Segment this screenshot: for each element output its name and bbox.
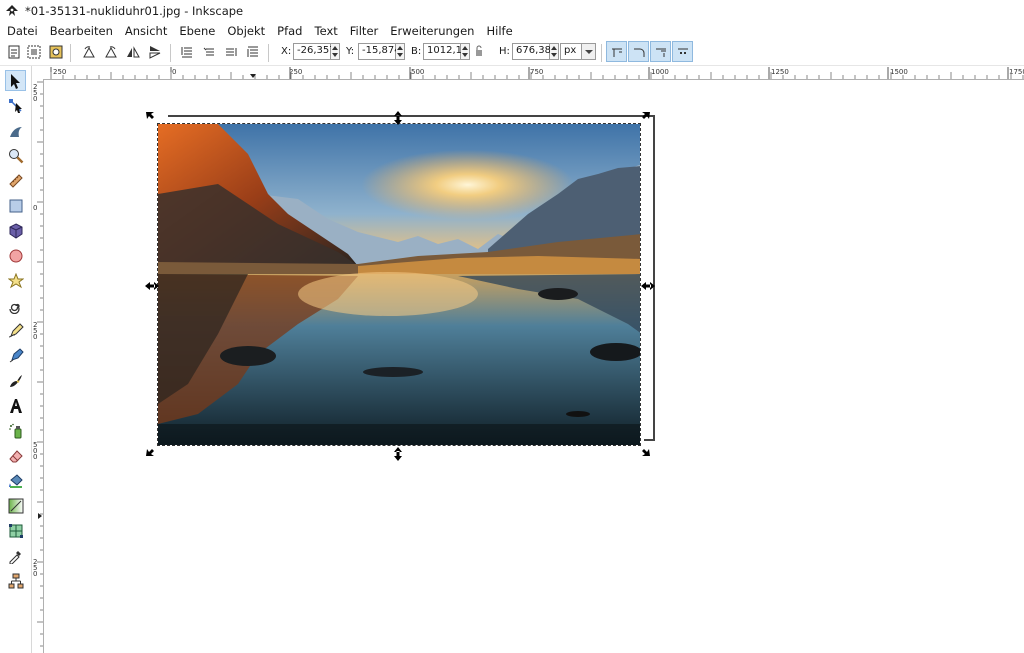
x-field[interactable]: -26,357 [293, 43, 336, 60]
tweak-tool-icon[interactable] [5, 120, 26, 141]
height-field[interactable]: 676,389 [512, 43, 557, 60]
rotate-handle-bottom-right [642, 449, 650, 456]
transform-gradients-icon[interactable] [650, 41, 671, 62]
text-tool-icon[interactable] [5, 395, 26, 416]
connector-tool-icon[interactable] [5, 570, 26, 591]
menu-bearbeiten[interactable]: Bearbeiten [44, 24, 119, 38]
menu-text[interactable]: Text [309, 24, 344, 38]
menu-ansicht[interactable]: Ansicht [119, 24, 173, 38]
dropper-tool-icon[interactable] [5, 545, 26, 566]
width-label: B: [411, 46, 422, 57]
menu-filter[interactable]: Filter [344, 24, 384, 38]
mesh-tool-icon[interactable] [5, 520, 26, 541]
zoom-tool-icon[interactable] [5, 145, 26, 166]
inkscape-icon [6, 5, 18, 16]
invert-selection-icon[interactable] [47, 43, 65, 61]
x-spinner[interactable] [331, 43, 340, 60]
scale-handle-bottom [394, 447, 402, 461]
rotate-handle-bottom-left [146, 449, 154, 456]
ruler-ticks [50, 67, 1024, 79]
height-spinner[interactable] [550, 43, 559, 60]
ruler-ticks [37, 81, 43, 647]
select-all-icon[interactable] [5, 43, 23, 61]
y-field[interactable]: -15,874 [358, 43, 401, 60]
unit-select[interactable]: px [560, 43, 582, 60]
tool-controls-bar: X: -26,357 Y: -15,874 B: 1012,11 H: 676,… [0, 40, 1024, 66]
raise-icon[interactable] [222, 43, 240, 61]
raise-to-top-icon[interactable] [244, 43, 262, 61]
horizontal-ruler[interactable]: 250 0 250 500 750 1000 1250 1500 1750 [31, 66, 1024, 80]
flip-vertical-icon[interactable] [146, 43, 164, 61]
x-label: X: [281, 46, 292, 57]
eraser-tool-icon[interactable] [5, 445, 26, 466]
menu-hilfe[interactable]: Hilfe [480, 24, 518, 38]
scale-handle-top [394, 111, 402, 125]
toolbox [0, 66, 32, 653]
flip-horizontal-icon[interactable] [124, 43, 142, 61]
ellipse-tool-icon[interactable] [5, 245, 26, 266]
star-tool-icon[interactable] [5, 270, 26, 291]
pencil-tool-icon[interactable] [5, 320, 26, 341]
rotate-handle-top-right [642, 112, 650, 119]
y-label: Y: [346, 46, 355, 57]
rotate-cw-icon[interactable] [102, 43, 120, 61]
title-bar: *01-35131-nukliduhr01.jpg - Inkscape [0, 0, 1024, 22]
rectangle-tool-icon[interactable] [5, 195, 26, 216]
scale-handle-left [145, 282, 159, 290]
measure-tool-icon[interactable] [5, 170, 26, 191]
rotate-handle-top-left [146, 112, 154, 119]
menu-pfad[interactable]: Pfad [271, 24, 308, 38]
menu-bar: Datei Bearbeiten Ansicht Ebene Objekt Pf… [0, 22, 1024, 40]
paint-bucket-icon[interactable] [5, 470, 26, 491]
node-tool-icon[interactable] [5, 95, 26, 116]
chevron-down-icon[interactable] [581, 43, 596, 60]
menu-erweiterungen[interactable]: Erweiterungen [384, 24, 480, 38]
pen-tool-icon[interactable] [5, 345, 26, 366]
menu-objekt[interactable]: Objekt [221, 24, 271, 38]
spiral-tool-icon[interactable] [5, 295, 26, 316]
y-spinner[interactable] [396, 43, 405, 60]
height-label: H: [499, 46, 510, 57]
calligraphy-tool-icon[interactable] [5, 370, 26, 391]
scale-stroke-icon[interactable] [606, 41, 627, 62]
menu-ebene[interactable]: Ebene [173, 24, 221, 38]
spray-tool-icon[interactable] [5, 420, 26, 441]
gradient-tool-icon[interactable] [5, 495, 26, 516]
selector-tool-icon[interactable] [5, 70, 26, 91]
select-all-layers-icon[interactable] [25, 43, 43, 61]
width-spinner[interactable] [461, 43, 470, 60]
transform-patterns-icon[interactable] [672, 41, 693, 62]
menu-datei[interactable]: Datei [0, 24, 44, 38]
scale-handle-right [641, 282, 655, 290]
scale-corners-icon[interactable] [628, 41, 649, 62]
rotate-ccw-icon[interactable] [80, 43, 98, 61]
selection-handles [145, 111, 655, 461]
lower-icon[interactable] [200, 43, 218, 61]
lock-ratio-icon[interactable] [474, 44, 484, 58]
width-field[interactable]: 1012,11 [423, 43, 468, 60]
vertical-ruler[interactable]: 2 5 0 0 2 5 0 5 0 0 2 5 0 [31, 79, 44, 653]
box3d-tool-icon[interactable] [5, 220, 26, 241]
window-title: *01-35131-nukliduhr01.jpg - Inkscape [25, 4, 244, 18]
lower-to-bottom-icon[interactable] [178, 43, 196, 61]
